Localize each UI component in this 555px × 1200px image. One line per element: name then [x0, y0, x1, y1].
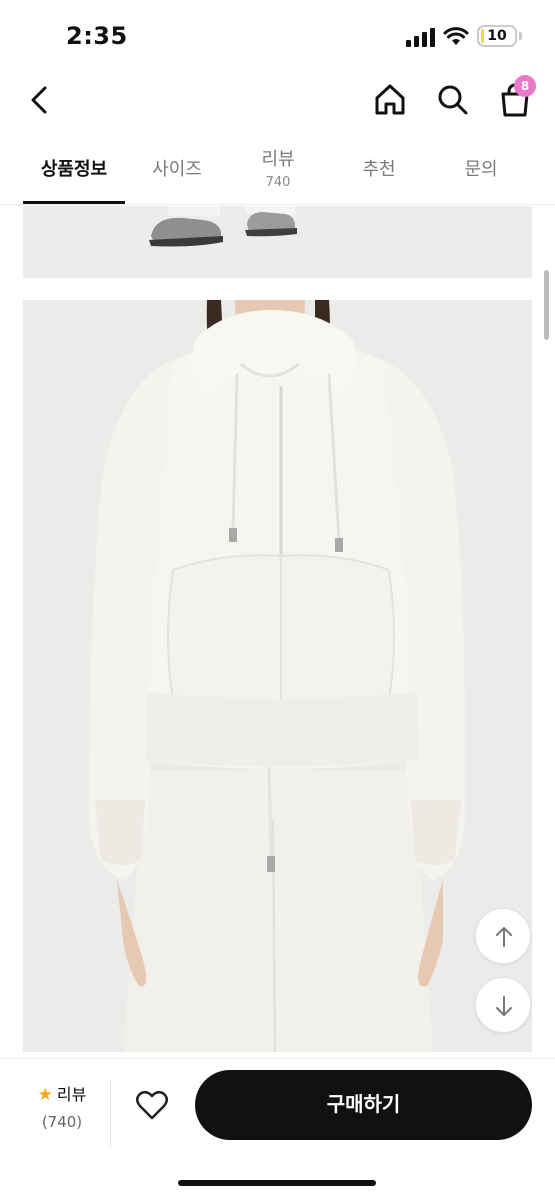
tab-label: 추천 — [362, 159, 396, 180]
search-icon[interactable] — [433, 80, 473, 120]
top-navigation — [0, 70, 555, 130]
section-tabs: 상품정보 사이즈 리뷰 740 추천 문의 — [0, 135, 555, 205]
tab-label: 상품정보 — [40, 159, 108, 180]
scrollbar-thumb[interactable] — [544, 270, 549, 340]
purchase-bar: ★ 리뷰 (740) 구매하기 — [0, 1058, 555, 1200]
scroll-down-button[interactable] — [475, 977, 531, 1033]
arrow-up-icon — [496, 927, 512, 947]
review-title: ★ 리뷰 — [22, 1081, 102, 1105]
tab-review-count: 740 — [265, 175, 291, 190]
home-indicator — [178, 1180, 376, 1186]
cellular-signal-icon — [406, 28, 435, 47]
tab-size[interactable]: 사이즈 — [126, 135, 228, 205]
tab-label: 리뷰 — [261, 149, 295, 170]
tab-inquiry[interactable]: 문의 — [430, 135, 532, 205]
arrow-down-icon — [496, 996, 512, 1016]
tab-label: 사이즈 — [152, 159, 202, 180]
status-time: 2:35 — [66, 22, 128, 50]
chevron-left-icon[interactable] — [22, 80, 58, 120]
scroll-up-button[interactable] — [475, 908, 531, 964]
tab-reviews[interactable]: 리뷰 740 — [227, 135, 329, 205]
wifi-icon — [443, 27, 469, 45]
home-icon[interactable] — [370, 80, 410, 120]
review-label: 리뷰 — [56, 1085, 87, 1104]
battery-icon: 10 — [477, 25, 517, 47]
review-count: (740) — [41, 1113, 83, 1131]
battery-level: 10 — [487, 28, 507, 44]
hoodie-illustration — [23, 300, 532, 1052]
tab-recommend[interactable]: 추천 — [328, 135, 430, 205]
product-image-shoes — [23, 206, 532, 278]
status-bar: 2:35 10 — [0, 0, 555, 70]
cart-badge: 8 — [514, 75, 536, 97]
active-tab-indicator — [23, 201, 125, 204]
product-image-hoodie — [23, 300, 532, 1052]
tab-product-info[interactable]: 상품정보 — [23, 135, 125, 205]
review-summary[interactable]: ★ 리뷰 (740) — [22, 1081, 102, 1141]
star-icon: ★ — [37, 1085, 53, 1105]
heart-icon[interactable] — [134, 1087, 170, 1123]
shoes-illustration — [23, 206, 532, 278]
battery-nub — [519, 32, 522, 40]
buy-button[interactable]: 구매하기 — [195, 1070, 532, 1140]
tab-label: 문의 — [464, 159, 498, 180]
divider — [110, 1079, 111, 1147]
